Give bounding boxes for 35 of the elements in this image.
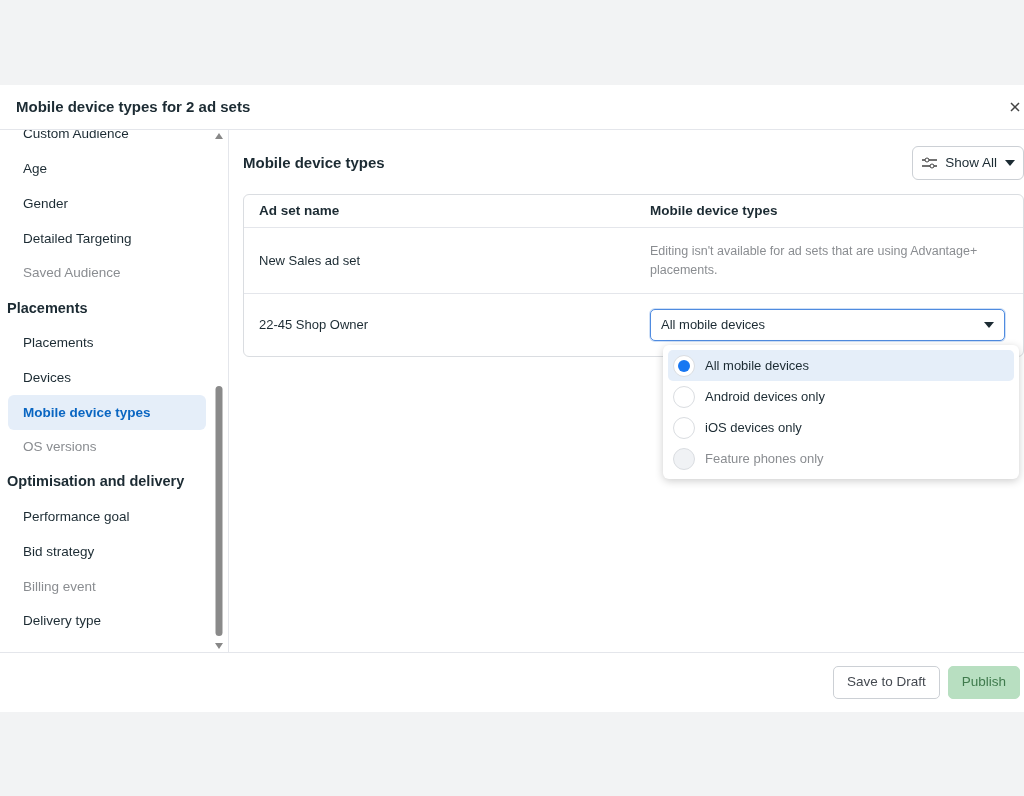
dropdown-option[interactable]: Android devices only <box>668 381 1014 412</box>
sidebar-item[interactable]: Devices <box>8 360 206 396</box>
sidebar-item[interactable]: Gender <box>8 186 206 222</box>
save-draft-button[interactable]: Save to Draft <box>832 666 940 699</box>
radio-button[interactable] <box>673 385 695 408</box>
sidebar-item[interactable]: Mobile device types <box>8 395 206 431</box>
device-type-select[interactable]: All mobile devices <box>650 309 1005 341</box>
section-title: Mobile device types <box>243 152 385 173</box>
column-header: Ad set name <box>258 201 341 220</box>
close-icon[interactable] <box>1010 102 1020 112</box>
radio-button[interactable] <box>673 354 695 377</box>
dialog-title: Mobile device types for 2 ad sets <box>16 96 251 117</box>
radio-button[interactable] <box>673 416 695 439</box>
option-label: Android devices only <box>705 387 825 406</box>
info-note: Editing isn't available for ad sets that are using Advantage+ placements. <box>650 242 979 279</box>
column-header: Mobile device types <box>650 201 779 220</box>
table-cell-text: 22-45 Shop Owner <box>258 316 370 335</box>
sidebar-heading: Placements <box>7 298 89 318</box>
sidebar-item[interactable]: Performance goal <box>8 499 206 535</box>
dropdown-option[interactable]: All mobile devices <box>668 350 1014 381</box>
caret-icon <box>1005 160 1015 166</box>
sidebar-heading: Optimisation and delivery <box>7 472 186 492</box>
sidebar-item[interactable]: Age <box>8 151 206 187</box>
sidebar-item[interactable]: Delivery type <box>8 604 206 639</box>
filter-button[interactable]: Show All <box>912 146 1024 180</box>
sidebar-item[interactable]: Bid strategy <box>8 534 206 570</box>
option-label: iOS devices only <box>705 418 802 437</box>
sidebar-item[interactable]: Placements <box>8 325 206 361</box>
option-label: All mobile devices <box>705 356 810 375</box>
table-cell-text: New Sales ad set <box>258 251 362 270</box>
option-label: Feature phones only <box>705 449 824 468</box>
sidebar-item[interactable]: Detailed Targeting <box>8 221 206 257</box>
caret-icon <box>984 322 994 328</box>
sliders-icon <box>921 157 938 169</box>
dropdown-option[interactable]: iOS devices only <box>668 412 1014 443</box>
